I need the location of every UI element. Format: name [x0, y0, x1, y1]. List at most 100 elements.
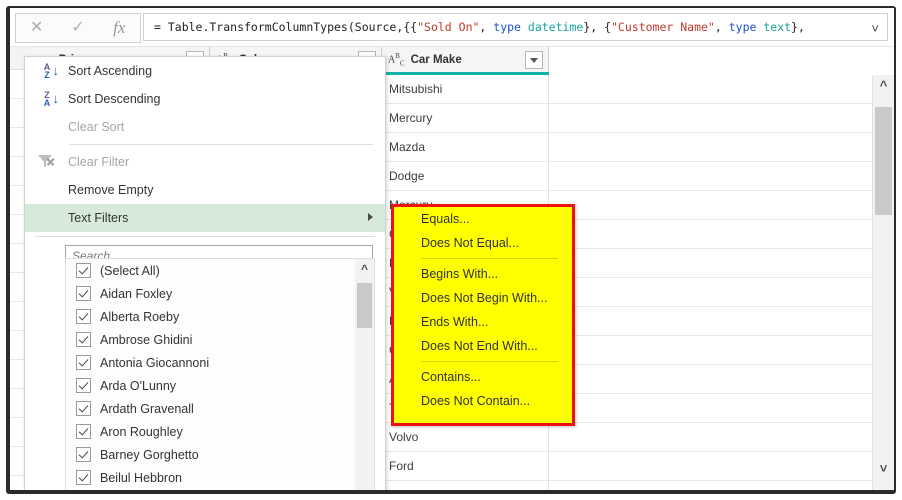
- submenu-separator: [421, 258, 558, 259]
- blank-icon: [34, 116, 60, 138]
- list-item[interactable]: Antonia Giocannoni: [66, 351, 374, 374]
- submenu-item-begins-with[interactable]: Begins With...: [394, 262, 572, 286]
- grid-vertical-scrollbar[interactable]: ^ ˅: [872, 75, 894, 490]
- cell-car-make[interactable]: Ford: [382, 452, 549, 480]
- submenu-item-label: Begins With...: [421, 267, 499, 281]
- scroll-down-chevron-icon[interactable]: ˅: [873, 458, 894, 478]
- cell-car-make[interactable]: Ford: [382, 481, 549, 490]
- checkbox-checked-icon[interactable]: [76, 424, 91, 439]
- clear-filter-icon: [34, 151, 60, 173]
- menu-item-label: Remove Empty: [68, 183, 154, 197]
- power-query-editor-window: ✕ ✓ fx = Table.TransformColumnTypes(Sour…: [10, 8, 894, 490]
- checkbox-checked-icon[interactable]: [76, 332, 91, 347]
- menu-item-label: Sort Ascending: [68, 64, 153, 78]
- formula-token: "Customer Name": [611, 20, 715, 34]
- submenu-item-does-not-contain[interactable]: Does Not Contain...: [394, 389, 572, 413]
- list-item[interactable]: (Select All): [66, 259, 374, 282]
- filter-value-list[interactable]: (Select All) Aidan Foxley Alberta Roeby Amb…: [65, 258, 375, 490]
- cell-car-make[interactable]: Mazda: [382, 133, 549, 161]
- blank-icon: [34, 207, 60, 229]
- submenu-item-label: Does Not Begin With...: [421, 291, 548, 305]
- column-filter-dropdown: A Z ↓ Sort Ascending Z A ↓ Sort Descending C…: [24, 56, 386, 490]
- cancel-icon[interactable]: ✕: [18, 15, 56, 41]
- checkbox-checked-icon[interactable]: [76, 447, 91, 462]
- list-item[interactable]: Ambrose Ghidini: [66, 328, 374, 351]
- menu-item-sort-descending[interactable]: Z A ↓ Sort Descending: [25, 85, 385, 113]
- list-item-label: Beilul Hebbron: [100, 470, 182, 485]
- submenu-item-does-not-begin-with[interactable]: Does Not Begin With...: [394, 286, 572, 310]
- formula-token: type: [728, 20, 764, 34]
- scrollbar-thumb[interactable]: [357, 283, 372, 328]
- submenu-item-does-not-equal[interactable]: Does Not Equal...: [394, 231, 572, 255]
- list-item[interactable]: Berne Nelle: [66, 489, 374, 490]
- filter-list-scrollbar[interactable]: ^: [355, 259, 374, 490]
- menu-separator: [35, 236, 375, 237]
- checkbox-checked-icon[interactable]: [76, 286, 91, 301]
- list-item-label: Arda O'Lunny: [100, 378, 177, 393]
- scroll-up-chevron-icon[interactable]: ^: [873, 75, 894, 95]
- list-item[interactable]: Barney Gorghetto: [66, 443, 374, 466]
- submenu-item-equals[interactable]: Equals...: [394, 207, 572, 231]
- menu-separator: [69, 144, 373, 145]
- menu-item-label: Sort Descending: [68, 92, 161, 106]
- menu-item-clear-sort[interactable]: Clear Sort: [25, 113, 385, 141]
- scroll-up-chevron-icon[interactable]: ^: [355, 259, 374, 279]
- screenshot-root: ✕ ✓ fx = Table.TransformColumnTypes(Sour…: [0, 0, 902, 500]
- formula-token: "Sold On": [417, 20, 480, 34]
- sort-ascending-icon: A Z ↓: [43, 62, 59, 80]
- cell-car-make[interactable]: Dodge: [382, 162, 549, 190]
- menu-item-clear-filter[interactable]: Clear Filter: [25, 148, 385, 176]
- list-item[interactable]: Beilul Hebbron: [66, 466, 374, 489]
- submenu-item-label: Contains...: [421, 370, 481, 384]
- menu-item-sort-ascending[interactable]: A Z ↓ Sort Ascending: [25, 57, 385, 85]
- checkbox-checked-icon[interactable]: [76, 309, 91, 324]
- submenu-separator: [421, 361, 558, 362]
- fx-icon[interactable]: fx: [100, 15, 138, 41]
- list-item[interactable]: Aidan Foxley: [66, 282, 374, 305]
- cell-car-make[interactable]: Mercury: [382, 104, 549, 132]
- scrollbar-thumb[interactable]: [875, 107, 892, 215]
- submenu-item-label: Does Not Contain...: [421, 394, 531, 408]
- checkbox-checked-icon[interactable]: [76, 378, 91, 393]
- formula-token: text: [763, 20, 792, 34]
- menu-item-label: Text Filters: [68, 211, 129, 225]
- list-item[interactable]: Arda O'Lunny: [66, 374, 374, 397]
- list-item-label: Antonia Giocannoni: [100, 355, 210, 370]
- menu-item-label: Clear Sort: [68, 120, 125, 134]
- filter-menu-commands: A Z ↓ Sort Ascending Z A ↓ Sort Descending C…: [25, 57, 385, 237]
- text-type-icon: ABC: [388, 51, 405, 68]
- formula-bar-buttons: ✕ ✓ fx: [15, 13, 141, 43]
- submenu-item-contains[interactable]: Contains...: [394, 365, 572, 389]
- checkbox-checked-icon[interactable]: [76, 355, 91, 370]
- formula-token: = Table.TransformColumnTypes(Source,{{: [154, 20, 418, 34]
- menu-item-remove-empty[interactable]: Remove Empty: [25, 176, 385, 204]
- column-filter-dropdown-button[interactable]: [525, 51, 543, 69]
- checkbox-checked-icon[interactable]: [76, 263, 91, 278]
- list-item[interactable]: Ardath Gravenall: [66, 397, 374, 420]
- submenu-item-label: Does Not Equal...: [421, 236, 519, 250]
- text-filters-submenu: Equals... Does Not Equal... Begins With...…: [391, 204, 575, 426]
- submenu-item-label: Equals...: [421, 212, 470, 226]
- chevron-down-icon[interactable]: ˅: [871, 19, 879, 38]
- checkbox-checked-icon[interactable]: [76, 401, 91, 416]
- list-item-label: Ardath Gravenall: [100, 401, 194, 416]
- formula-token: datetime: [527, 20, 584, 34]
- list-item[interactable]: Aron Roughley: [66, 420, 374, 443]
- column-header-car-make[interactable]: ABC Car Make: [382, 47, 549, 72]
- check-icon[interactable]: ✓: [59, 15, 97, 41]
- sort-descending-icon: Z A ↓: [43, 90, 59, 108]
- menu-item-text-filters[interactable]: Text Filters: [25, 204, 385, 232]
- list-item-label: Aron Roughley: [100, 424, 183, 439]
- submenu-item-ends-with[interactable]: Ends With...: [394, 310, 572, 334]
- checkbox-checked-icon[interactable]: [76, 470, 91, 485]
- formula-text: = Table.TransformColumnTypes(Source,{{"S…: [154, 18, 805, 37]
- list-item-label: (Select All): [100, 263, 160, 278]
- cell-car-make[interactable]: Mitsubishi: [382, 75, 549, 103]
- list-item[interactable]: Alberta Roeby: [66, 305, 374, 328]
- formula-input[interactable]: = Table.TransformColumnTypes(Source,{{"S…: [143, 13, 888, 41]
- submenu-item-does-not-end-with[interactable]: Does Not End With...: [394, 334, 572, 358]
- chevron-right-icon: [368, 213, 373, 221]
- column-header-label: Car Make: [410, 53, 462, 66]
- cell-car-make[interactable]: Volvo: [382, 423, 549, 451]
- list-item-label: Barney Gorghetto: [100, 447, 199, 462]
